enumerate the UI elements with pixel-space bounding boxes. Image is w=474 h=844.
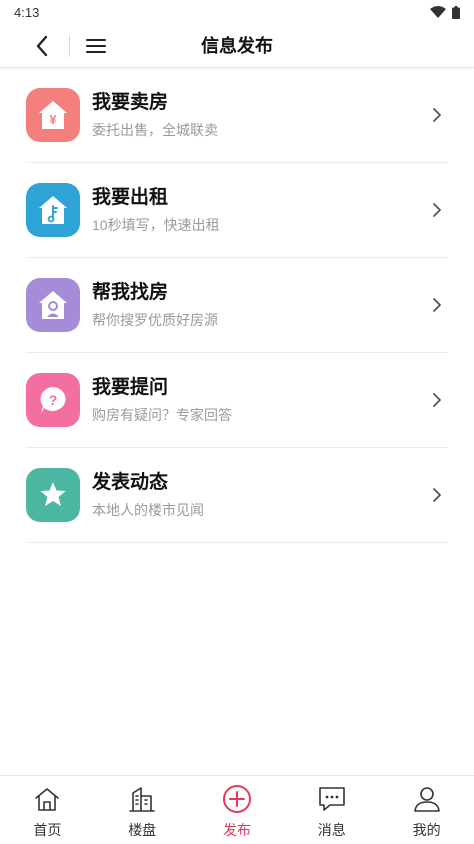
wifi-icon: [430, 6, 446, 18]
back-button[interactable]: [28, 32, 56, 60]
tab-home[interactable]: 首页: [0, 776, 95, 844]
menu-item-title: 我要提问: [92, 377, 169, 398]
menu-button[interactable]: [82, 32, 110, 60]
tab-label: 楼盘: [128, 822, 157, 838]
house-search-icon: [26, 278, 80, 332]
user-icon: [412, 784, 442, 814]
menu-item-ask-question[interactable]: ? 我要提问 购房有疑问？专家回答: [26, 353, 448, 448]
chevron-right-icon: [430, 295, 444, 315]
house-key-icon: [26, 183, 80, 237]
tab-label: 我的: [412, 822, 441, 838]
menu-item-subtitle: 10秒填写，快速出租: [92, 217, 220, 233]
top-bar: 信息发布: [0, 24, 474, 68]
svg-text:?: ?: [49, 392, 58, 408]
buildings-icon: [127, 784, 157, 814]
tab-label: 消息: [317, 822, 346, 838]
chevron-left-icon: [36, 35, 48, 57]
chevron-right-icon: [430, 485, 444, 505]
house-yen-icon: ¥: [26, 88, 80, 142]
tab-messages[interactable]: 消息: [284, 776, 379, 844]
publish-menu-list: ¥ 我要卖房 委托出售，全城联卖 我要出租 10秒填写，快速出租 帮我找房 帮你…: [26, 68, 448, 543]
status-time: 4:13: [14, 4, 40, 20]
tab-buildings[interactable]: 楼盘: [95, 776, 190, 844]
menu-item-subtitle: 帮你搜罗优质好房源: [92, 312, 218, 328]
menu-item-post-update[interactable]: 发表动态 本地人的楼市见闻: [26, 448, 448, 543]
menu-item-title: 发表动态: [92, 472, 169, 493]
header-divider: [69, 35, 70, 57]
bottom-tab-bar: 首页 楼盘 发布 消息 我的: [0, 775, 474, 844]
hamburger-menu-icon: [86, 39, 106, 53]
tab-label: 首页: [33, 822, 62, 838]
chevron-right-icon: [430, 390, 444, 410]
menu-item-subtitle: 购房有疑问？专家回答: [92, 407, 232, 423]
page-title: 信息发布: [201, 36, 273, 56]
tab-profile[interactable]: 我的: [379, 776, 474, 844]
chevron-right-icon: [430, 200, 444, 220]
menu-item-title: 我要卖房: [92, 92, 169, 113]
home-icon: [32, 784, 62, 814]
tab-publish[interactable]: 发布: [190, 776, 285, 844]
plus-circle-icon: [222, 784, 252, 814]
menu-item-title: 我要出租: [92, 187, 169, 208]
status-icons: [430, 5, 460, 19]
menu-item-rent-out[interactable]: 我要出租 10秒填写，快速出租: [26, 163, 448, 258]
svg-text:¥: ¥: [49, 112, 57, 127]
message-icon: [317, 784, 347, 814]
menu-item-title: 帮我找房: [92, 282, 169, 303]
menu-item-subtitle: 本地人的楼市见闻: [92, 502, 204, 518]
status-bar: 4:13: [0, 0, 474, 24]
star-bubble-icon: [26, 468, 80, 522]
menu-item-subtitle: 委托出售，全城联卖: [92, 122, 218, 138]
menu-item-sell-house[interactable]: ¥ 我要卖房 委托出售，全城联卖: [26, 68, 448, 163]
question-bubble-icon: ?: [26, 373, 80, 427]
battery-icon: [452, 5, 460, 19]
menu-item-find-house[interactable]: 帮我找房 帮你搜罗优质好房源: [26, 258, 448, 353]
chevron-right-icon: [430, 105, 444, 125]
tab-label: 发布: [222, 822, 251, 838]
